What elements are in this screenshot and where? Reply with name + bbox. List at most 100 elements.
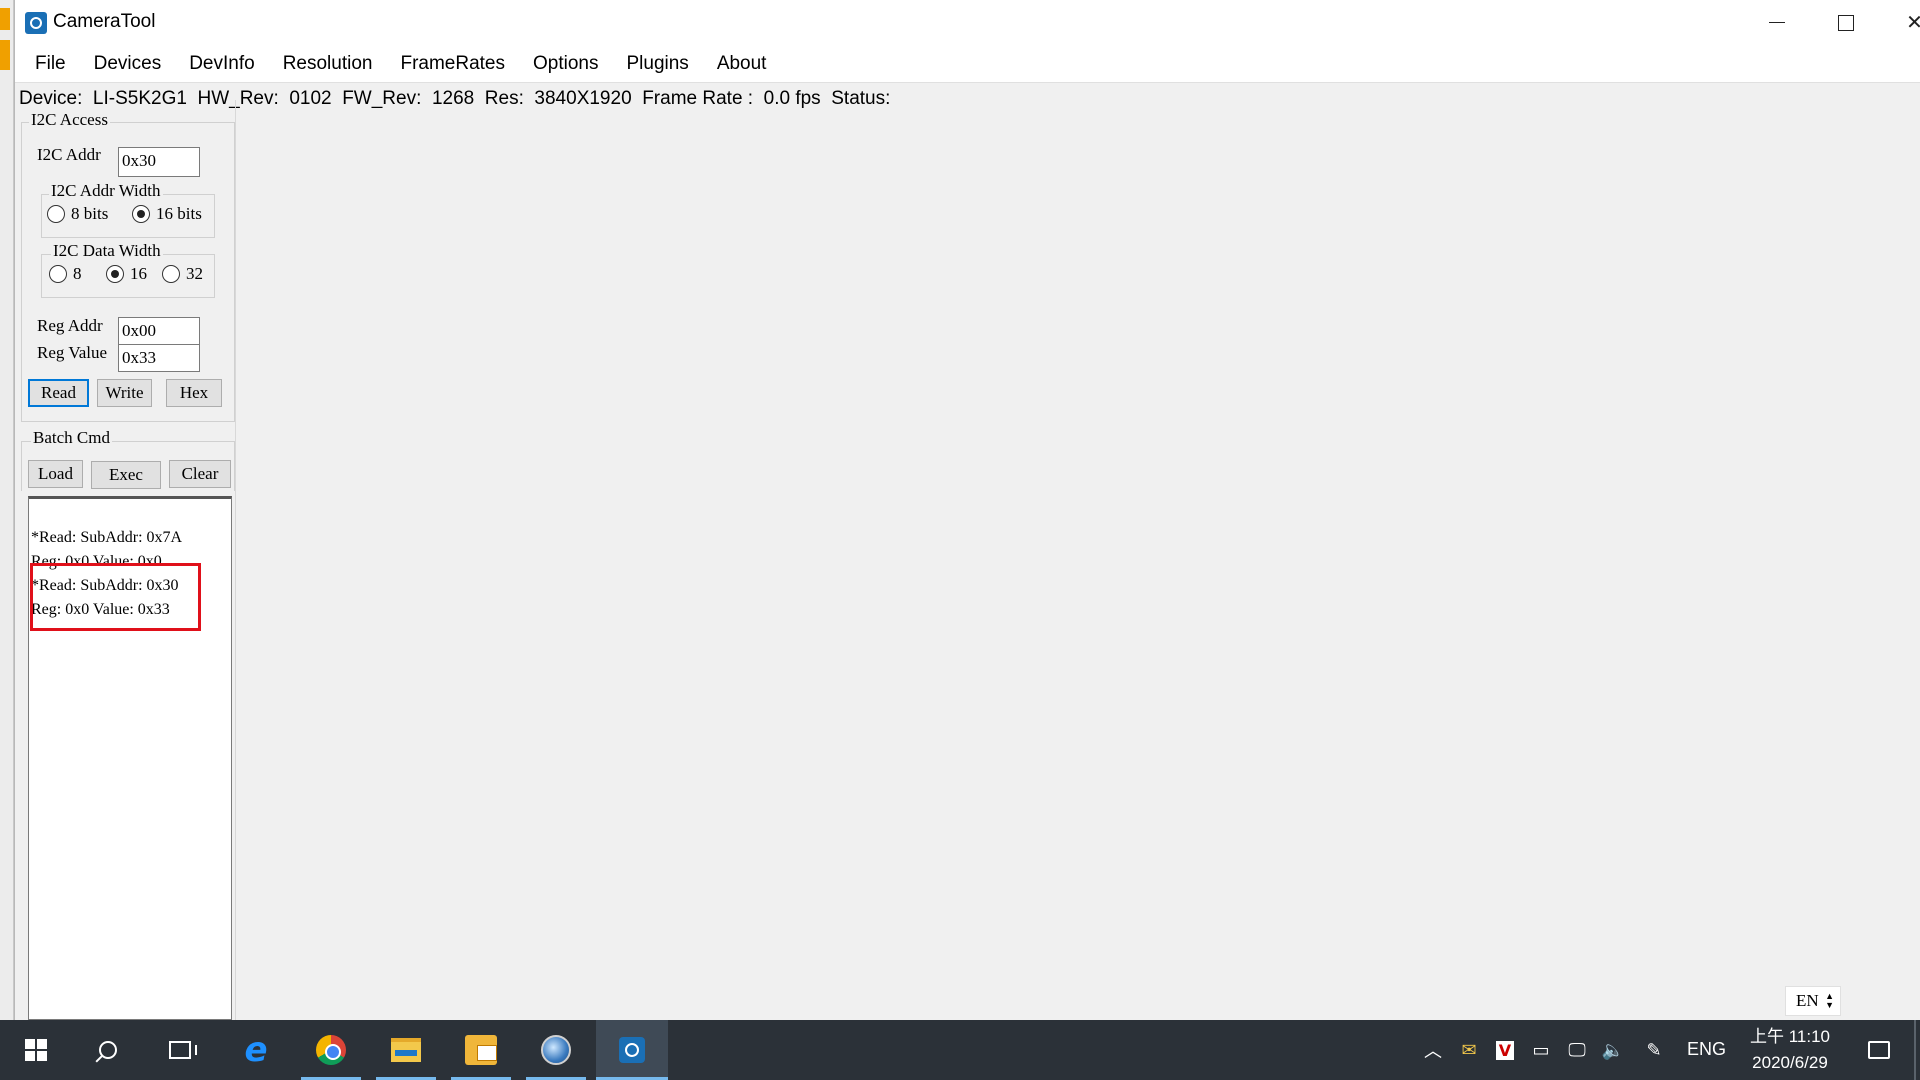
- fwrev-value: 1268: [431, 88, 475, 109]
- taskbar-outlook[interactable]: [445, 1020, 517, 1080]
- system-clock[interactable]: 上午 11:10 2020/6/29: [1740, 1024, 1840, 1076]
- search-icon: [99, 1041, 117, 1059]
- show-hidden-icons-chevron-icon[interactable]: ︿: [1415, 1020, 1451, 1080]
- batch-cmd-title: Batch Cmd: [31, 428, 112, 448]
- device-value: LI-S5K2G1: [92, 88, 187, 109]
- close-button[interactable]: [1880, 0, 1920, 45]
- taskbar-internet-explorer[interactable]: e: [220, 1020, 292, 1080]
- background-window-accent: [0, 8, 10, 30]
- read-button[interactable]: Read: [28, 379, 89, 407]
- v-app-tray-icon[interactable]: V: [1487, 1020, 1523, 1080]
- radio-dot-selected: [106, 265, 124, 283]
- i2c-data-width-title: I2C Data Width: [51, 241, 163, 261]
- log-line: *Read: SubAddr: 0x7A: [31, 529, 183, 546]
- framerate-label: Frame Rate :: [642, 88, 754, 109]
- panel-divider: [235, 100, 236, 1020]
- updown-arrow-icon: ▲ ▼: [1825, 991, 1834, 1010]
- annotation-highlight-box: [30, 563, 201, 631]
- addr-width-8bits-radio[interactable]: 8 bits: [47, 204, 108, 224]
- taskbar-cameratool[interactable]: [596, 1020, 668, 1080]
- framerate-value: 0.0 fps: [763, 88, 821, 109]
- cameratool-app-icon: [25, 12, 47, 34]
- data-width-16-radio[interactable]: 16: [106, 264, 147, 284]
- volume-icon[interactable]: 🔈: [1595, 1020, 1631, 1080]
- background-window-edge: [0, 0, 14, 1020]
- minimize-button[interactable]: [1742, 0, 1811, 45]
- menu-resolution[interactable]: Resolution: [269, 45, 387, 83]
- title-bar: CameraTool: [15, 0, 1920, 45]
- data-width-32-radio[interactable]: 32: [162, 264, 203, 284]
- menu-plugins[interactable]: Plugins: [612, 45, 702, 83]
- language-selector[interactable]: EN ▲ ▼: [1785, 986, 1841, 1016]
- network-icon[interactable]: 🖵: [1559, 1020, 1595, 1080]
- status-label: Status:: [831, 88, 891, 109]
- taskbar-globe-app[interactable]: [520, 1020, 592, 1080]
- write-button[interactable]: Write: [97, 379, 152, 407]
- reg-value-label: Reg Value: [37, 343, 108, 362]
- reg-addr-input[interactable]: 0x00: [118, 317, 200, 345]
- hwrev-value: 0102: [289, 88, 332, 109]
- i2c-access-title: I2C Access: [29, 110, 110, 130]
- i2c-addr-input[interactable]: 0x30: [118, 147, 200, 177]
- clock-time: 上午 11:10: [1749, 1027, 1830, 1046]
- internet-explorer-icon: e: [244, 1030, 268, 1070]
- fwrev-label: FW_Rev:: [342, 88, 422, 109]
- language-selector-value: EN: [1796, 991, 1819, 1010]
- menu-devices[interactable]: Devices: [80, 45, 176, 83]
- radio-dot: [162, 265, 180, 283]
- chrome-icon: [316, 1035, 346, 1065]
- addr-width-16bits-label: 16 bits: [156, 204, 202, 223]
- load-button[interactable]: Load: [28, 460, 83, 488]
- menu-file[interactable]: File: [21, 45, 80, 83]
- i2c-addr-label: I2C Addr: [37, 145, 101, 164]
- radio-dot: [47, 205, 65, 223]
- hwrev-label: HW_Rev:: [197, 88, 279, 109]
- window-title: CameraTool: [53, 11, 156, 32]
- data-width-8-label: 8: [73, 264, 82, 283]
- clear-button[interactable]: Clear: [169, 460, 231, 488]
- notification-icon: [1868, 1041, 1890, 1059]
- device-label: Device:: [19, 88, 83, 109]
- show-desktop-button[interactable]: [1914, 1020, 1916, 1080]
- radio-dot-selected: [132, 205, 150, 223]
- task-view-icon: [169, 1041, 197, 1059]
- input-language-indicator[interactable]: ENG: [1687, 1039, 1726, 1060]
- action-center-button[interactable]: [1854, 1020, 1904, 1080]
- reg-value-input[interactable]: 0x33: [118, 344, 200, 372]
- exec-button[interactable]: Exec: [91, 461, 161, 489]
- res-label: Res:: [484, 88, 524, 109]
- menu-about[interactable]: About: [703, 45, 781, 83]
- data-width-32-label: 32: [186, 264, 203, 283]
- device-info-bar: Device: LI-S5K2G1 HW_Rev: 0102 FW_Rev: 1…: [19, 88, 890, 110]
- taskbar-chrome[interactable]: [295, 1020, 367, 1080]
- start-button[interactable]: [0, 1020, 72, 1080]
- menu-bar: File Devices DevInfo Resolution FrameRat…: [15, 45, 1920, 83]
- addr-width-16bits-radio[interactable]: 16 bits: [132, 204, 202, 224]
- clock-date: 2020/6/29: [1752, 1053, 1828, 1072]
- taskbar-file-explorer[interactable]: [370, 1020, 442, 1080]
- res-value: 3840X1920: [534, 88, 632, 109]
- cameratool-icon: [619, 1037, 645, 1063]
- globe-app-icon: [541, 1035, 571, 1065]
- i2c-addr-width-title: I2C Addr Width: [49, 181, 163, 201]
- hex-button[interactable]: Hex: [166, 379, 222, 407]
- menu-devinfo[interactable]: DevInfo: [175, 45, 268, 83]
- battery-icon[interactable]: ▭: [1523, 1020, 1559, 1080]
- maximize-button[interactable]: [1811, 0, 1880, 45]
- search-button[interactable]: [72, 1020, 144, 1080]
- addr-width-8bits-label: 8 bits: [71, 204, 109, 223]
- cameratool-window: CameraTool File Devices DevInfo Resoluti…: [14, 0, 1920, 1020]
- background-window-accent: [0, 40, 10, 70]
- radio-dot: [49, 265, 67, 283]
- windows-logo-icon: [25, 1039, 47, 1061]
- data-width-16-label: 16: [130, 264, 147, 283]
- task-view-button[interactable]: [144, 1020, 216, 1080]
- taskbar: e: [0, 1020, 1920, 1080]
- menu-framerates[interactable]: FrameRates: [386, 45, 519, 83]
- data-width-8-radio[interactable]: 8: [49, 264, 82, 284]
- outlook-icon: [465, 1035, 497, 1065]
- menu-options[interactable]: Options: [519, 45, 612, 83]
- mail-tray-icon[interactable]: ✉: [1451, 1020, 1487, 1080]
- file-explorer-icon: [391, 1038, 421, 1062]
- pen-icon[interactable]: ✎: [1636, 1020, 1672, 1080]
